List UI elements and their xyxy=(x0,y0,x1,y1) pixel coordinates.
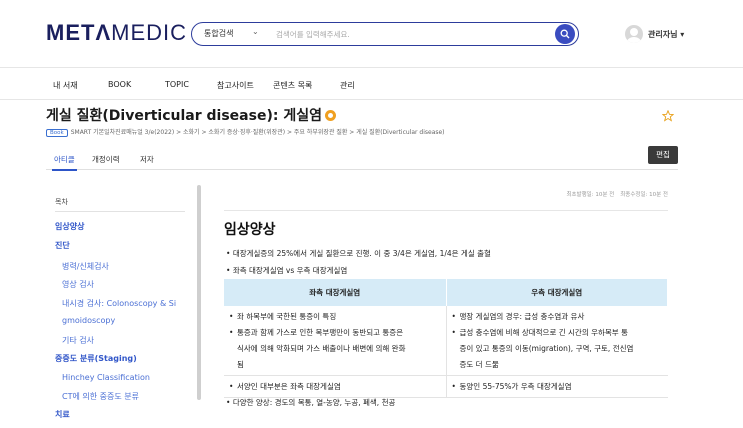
search-scope-select[interactable]: 통합검색 xyxy=(204,28,233,39)
search-input[interactable] xyxy=(276,27,536,41)
table-cell: 좌 하복부에 국한된 통증이 특징 통증과 함께 가스로 인한 복부팽만이 동반… xyxy=(224,306,447,376)
table-cell: 맹장 게실염의 경우: 급성 충수염과 유사 급성 충수염에 비해 상대적으로 … xyxy=(446,306,668,376)
tab-revision-history[interactable]: 개정이력 xyxy=(92,154,120,165)
article-body: 최초발행일: 10분 전 최종수정일: 10분 전 임상양상 • 대장게실증의 2… xyxy=(224,185,668,428)
toc-item[interactable]: 치료 xyxy=(55,409,70,420)
user-name: 관리자님 ▾ xyxy=(648,29,685,39)
user-menu[interactable]: 관리자님 ▾ xyxy=(625,25,684,43)
bullet-item: • 다양한 양상: 경도의 복통, 열-농양, 누공, 폐색, 천공 xyxy=(226,398,396,407)
divider xyxy=(224,210,668,211)
toc-item[interactable]: 영상 검사 xyxy=(62,279,94,290)
toc-item[interactable]: 진단 xyxy=(55,240,70,251)
main-nav: 내 서재 BOOK TOPIC 참고사이트 콘텐츠 목록 관리 xyxy=(0,70,743,100)
table-row: 좌 하복부에 국한된 통증이 특징 통증과 함께 가스로 인한 복부팽만이 동반… xyxy=(224,306,668,376)
nav-item-reference-sites[interactable]: 참고사이트 xyxy=(217,80,254,91)
search-button[interactable] xyxy=(555,24,575,44)
table-header-right: 우측 대장게실염 xyxy=(446,279,668,306)
toc-heading: 목차 xyxy=(55,198,68,206)
search-bar: 통합검색 ⌄ xyxy=(191,22,579,46)
toc-item[interactable]: Hinchey Classification xyxy=(62,373,150,382)
toc-item[interactable]: gmoidoscopy xyxy=(62,316,115,325)
toc-item[interactable]: 임상양상 xyxy=(55,221,84,232)
nav-item-content-list[interactable]: 콘텐츠 목록 xyxy=(273,80,312,91)
toc-item[interactable]: CT에 의한 중증도 분류 xyxy=(62,391,139,402)
tab-authors[interactable]: 저자 xyxy=(140,154,154,165)
table-row: 서양인 대부분은 좌측 대장게실염 동양인 55-75%가 우측 대장게실염 xyxy=(224,375,668,398)
divider xyxy=(55,211,185,212)
breadcrumb: Book SMART 기본일차진료매뉴얼 3/e(2022) > 소화기 > 소화… xyxy=(46,127,445,137)
table-of-contents: 목차 임상양상 진단 병력/신체검사 영상 검사 내시경 검사: Colonos… xyxy=(46,185,201,428)
comparison-table: 좌측 대장게실염 우측 대장게실염 좌 하복부에 국한된 통증이 특징 통증과 … xyxy=(224,279,668,398)
nav-item-book[interactable]: BOOK xyxy=(108,80,131,89)
tab-article[interactable]: 아티클 xyxy=(52,154,77,171)
table-header-left: 좌측 대장게실염 xyxy=(224,279,447,306)
page-title: 게실 질환(Diverticular disease): 게실염 xyxy=(46,105,336,125)
bullet-item: • 대장게실증의 25%에서 게실 질환으로 진행. 이 중 3/4은 게실염,… xyxy=(226,249,491,258)
edit-button[interactable]: 편집 xyxy=(648,146,678,164)
publish-dates: 최초발행일: 10분 전 최종수정일: 10분 전 xyxy=(566,192,668,198)
toc-item[interactable]: 기타 검사 xyxy=(62,335,94,346)
table-cell: 동양인 55-75%가 우측 대장게실염 xyxy=(446,375,668,398)
nav-item-topic[interactable]: TOPIC xyxy=(165,80,189,89)
nav-item-admin[interactable]: 관리 xyxy=(340,80,355,91)
top-header: METΛMEDIC 통합검색 ⌄ 관리자님 ▾ xyxy=(0,0,743,68)
open-badge-icon xyxy=(324,109,336,121)
logo[interactable]: METΛMEDIC xyxy=(46,20,187,46)
toc-scrollbar[interactable] xyxy=(197,185,201,400)
table-cell: 서양인 대부분은 좌측 대장게실염 xyxy=(224,375,447,398)
toc-item[interactable]: 내시경 검사: Colonoscopy & Si xyxy=(62,298,176,309)
breadcrumb-path[interactable]: SMART 기본일차진료매뉴얼 3/e(2022) > 소화기 > 소화기 증상… xyxy=(71,129,445,136)
book-badge: Book xyxy=(46,129,68,137)
toc-item[interactable]: 병력/신체검사 xyxy=(62,261,109,272)
nav-item-library[interactable]: 내 서재 xyxy=(53,80,78,91)
section-title: 임상양상 xyxy=(224,222,276,238)
avatar xyxy=(625,25,643,43)
search-icon xyxy=(560,29,570,39)
article-tabs: 아티클 개정이력 저자 xyxy=(46,150,678,171)
bullet-item: • 좌측 대장게실염 vs 우측 대장게실염 xyxy=(226,266,348,275)
chevron-down-icon[interactable]: ⌄ xyxy=(252,27,259,36)
favorite-star-icon[interactable] xyxy=(661,107,675,126)
toc-item[interactable]: 중증도 분류(Staging) xyxy=(55,353,137,364)
